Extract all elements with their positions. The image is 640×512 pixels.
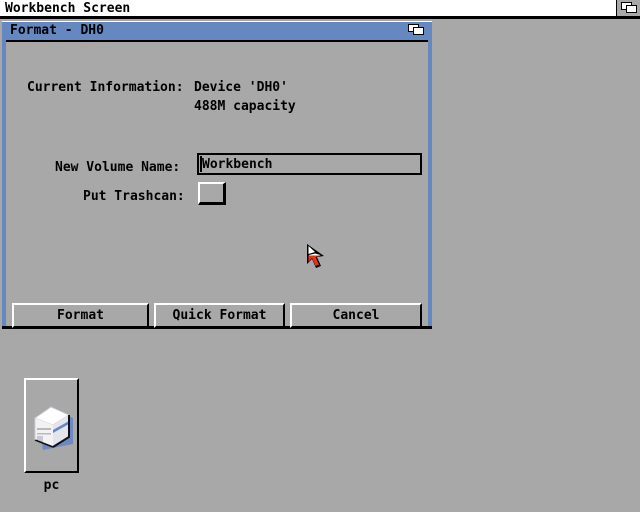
- depth-arrange-icon-front: [626, 5, 637, 13]
- depth-arrange-icon-front: [413, 27, 424, 35]
- desktop-icon-label: pc: [43, 478, 60, 493]
- desktop-icon-pc[interactable]: pc: [24, 378, 79, 505]
- window-depth-gadget[interactable]: [406, 22, 428, 38]
- new-volume-name-input[interactable]: Workbench: [197, 153, 422, 175]
- put-trashcan-label: Put Trashcan:: [83, 189, 185, 204]
- format-dialog-window[interactable]: Format - DH0 Current Information: Device…: [2, 21, 432, 329]
- new-volume-name-label: New Volume Name:: [55, 160, 181, 175]
- window-titlebar[interactable]: Format - DH0: [2, 21, 432, 40]
- screen-depth-gadget[interactable]: [616, 0, 640, 16]
- put-trashcan-checkbox[interactable]: [198, 182, 226, 205]
- titlebar-highlight: [2, 21, 432, 22]
- new-volume-name-value: Workbench: [202, 157, 273, 172]
- current-information-label: Current Information:: [27, 80, 184, 95]
- disk-drive-icon: [34, 406, 73, 450]
- window-border-right: [428, 21, 432, 329]
- window-title: Format - DH0: [10, 23, 104, 38]
- cancel-button[interactable]: Cancel: [290, 303, 422, 328]
- capacity-value: 488M capacity: [194, 99, 296, 114]
- device-value: Device 'DH0': [194, 80, 288, 95]
- quick-format-button[interactable]: Quick Format: [154, 303, 285, 328]
- desktop-icon-frame: [24, 378, 79, 473]
- window-content: Current Information: Device 'DH0' 488M c…: [6, 40, 428, 328]
- screen-title: Workbench Screen: [5, 1, 131, 16]
- screen-titlebar[interactable]: Workbench Screen: [0, 0, 640, 19]
- format-button[interactable]: Format: [12, 303, 149, 328]
